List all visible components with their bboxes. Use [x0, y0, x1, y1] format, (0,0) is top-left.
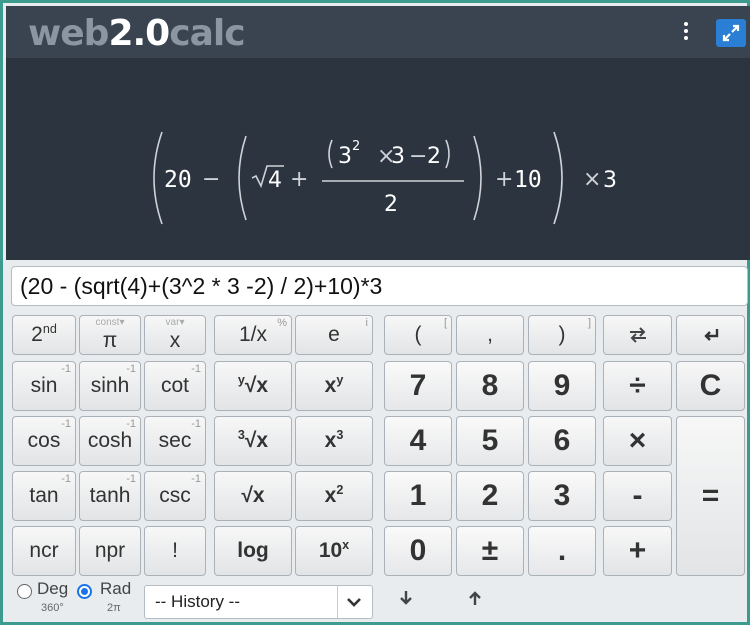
digit-5-button[interactable]: 5 — [456, 416, 524, 466]
plus-minus-button[interactable]: ± — [456, 526, 524, 576]
svg-text:−: − — [409, 144, 427, 169]
arrow-down-icon[interactable] — [399, 589, 413, 607]
ncr-button[interactable]: ncr — [12, 526, 76, 576]
pi-button[interactable]: const▾ π — [79, 315, 141, 355]
npr-button[interactable]: npr — [79, 526, 141, 576]
rad-label: Rad — [100, 579, 132, 598]
reciprocal-button[interactable]: % 1/x — [214, 315, 292, 355]
minus-button[interactable]: - — [603, 471, 672, 521]
comma-button[interactable]: , — [456, 315, 524, 355]
digit-4-button[interactable]: 4 — [384, 416, 452, 466]
svg-text:10: 10 — [514, 167, 542, 193]
cos-button[interactable]: -1 cos — [12, 416, 76, 466]
svg-text:4: 4 — [268, 168, 282, 193]
formula-render: 20 − + + × × − 4 3 3 2 2 3 2 10 — [153, 131, 617, 225]
expression-input[interactable]: (20 - (sqrt(4)+(3^2 * 3 -2) / 2)+10)*3 — [11, 266, 748, 306]
formula-display: 20 − + + × × − 4 3 3 2 2 3 2 10 — [6, 58, 750, 260]
cosh-button[interactable]: -1 cosh — [79, 416, 141, 466]
digit-0-button[interactable]: 0 — [384, 526, 452, 576]
digit-2-button[interactable]: 2 — [456, 471, 524, 521]
digit-8-button[interactable]: 8 — [456, 361, 524, 411]
decimal-point-button[interactable]: . — [528, 526, 596, 576]
variable-x-button[interactable]: var▾ x — [144, 315, 206, 355]
csc-button[interactable]: -1 csc — [144, 471, 206, 521]
digit-7-button[interactable]: 7 — [384, 361, 452, 411]
svg-text:−: − — [202, 167, 220, 192]
svg-text:2: 2 — [427, 144, 441, 169]
deg-label: Deg — [37, 579, 69, 598]
history-value: -- History -- — [155, 592, 240, 611]
euler-button[interactable]: ie — [295, 315, 373, 355]
divide-button[interactable]: ÷ — [603, 361, 672, 411]
cot-button[interactable]: -1 cot — [144, 361, 206, 411]
sec-button[interactable]: -1 sec — [144, 416, 206, 466]
digit-1-button[interactable]: 1 — [384, 471, 452, 521]
factorial-button[interactable]: ! — [144, 526, 206, 576]
svg-text:2: 2 — [384, 192, 398, 217]
digit-6-button[interactable]: 6 — [528, 416, 596, 466]
expand-icon[interactable] — [716, 19, 746, 47]
deg-sub-label: 360° — [41, 602, 64, 614]
svg-text:3: 3 — [338, 144, 352, 169]
header-bar: web2.0calc — [6, 6, 750, 58]
tan-button[interactable]: -1 tan — [12, 471, 76, 521]
swap-icon[interactable] — [603, 315, 672, 355]
yth-root-button[interactable]: y√x — [214, 361, 292, 411]
deg-radio[interactable] — [17, 584, 32, 599]
svg-text:3: 3 — [391, 144, 405, 169]
sinh-button[interactable]: -1 sinh — [79, 361, 141, 411]
plus-button[interactable]: + — [603, 526, 672, 576]
square-root-button[interactable]: √x — [214, 471, 292, 521]
calculator-frame: web2.0calc 20 − + + × × − 4 3 3 2 2 3 2 … — [0, 0, 750, 625]
clear-button[interactable]: C — [676, 361, 745, 411]
svg-text:×: × — [583, 167, 601, 192]
cube-button[interactable]: x3 — [295, 416, 373, 466]
close-paren-button[interactable]: ]) — [528, 315, 596, 355]
second-button[interactable]: 2nd — [12, 315, 76, 355]
backspace-icon[interactable] — [676, 315, 745, 355]
svg-text:+: + — [290, 167, 308, 192]
rad-sub-label: 2π — [107, 602, 121, 614]
log-button[interactable]: log — [214, 526, 292, 576]
open-paren-button[interactable]: [( — [384, 315, 452, 355]
tanh-button[interactable]: -1 tanh — [79, 471, 141, 521]
equals-button[interactable]: = — [676, 416, 745, 576]
digit-9-button[interactable]: 9 — [528, 361, 596, 411]
svg-text:+: + — [495, 167, 513, 192]
ten-power-button[interactable]: 10x — [295, 526, 373, 576]
square-button[interactable]: x2 — [295, 471, 373, 521]
arrow-up-icon[interactable] — [468, 589, 482, 607]
digit-3-button[interactable]: 3 — [528, 471, 596, 521]
kebab-menu-icon[interactable] — [674, 18, 698, 44]
cube-root-button[interactable]: 3√x — [214, 416, 292, 466]
svg-text:2: 2 — [352, 139, 360, 154]
history-select[interactable]: -- History -- — [144, 585, 373, 619]
rad-radio[interactable] — [77, 584, 92, 599]
sin-button[interactable]: -1 sin — [12, 361, 76, 411]
logo: web2.0calc — [28, 13, 246, 54]
chevron-down-icon — [347, 598, 361, 607]
multiply-button[interactable]: × — [603, 416, 672, 466]
svg-text:3: 3 — [603, 168, 617, 193]
formula-20: 20 — [164, 167, 192, 193]
power-button[interactable]: xy — [295, 361, 373, 411]
